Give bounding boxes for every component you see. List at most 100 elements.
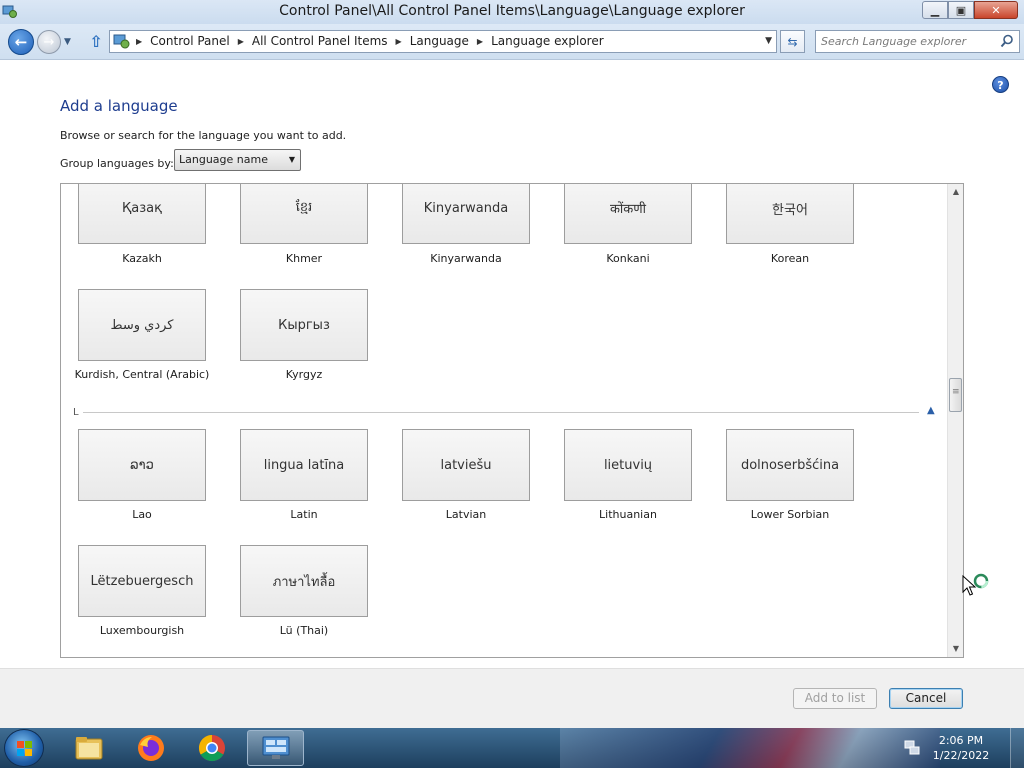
chevron-down-icon: ▼ <box>64 37 71 47</box>
language-tile-luxembourgish[interactable]: Lëtzebuergesch <box>78 545 206 617</box>
taskbar-clock[interactable]: 2:06 PM 1/22/2022 <box>930 733 992 763</box>
language-native-name: ខ្មែរ <box>295 199 313 215</box>
cancel-button[interactable]: Cancel <box>889 688 963 709</box>
taskbar: 2:06 PM 1/22/2022 <box>0 728 1024 768</box>
language-caption: Kurdish, Central (Arabic) <box>74 368 210 381</box>
refresh-icon: ⇆ <box>787 34 798 49</box>
language-native-name: ภาษาไทลื้อ <box>272 574 336 590</box>
language-native-name: ລາວ <box>130 457 154 473</box>
group-by-select[interactable]: Language name ▼ <box>174 149 301 171</box>
group-by-value: Language name <box>179 153 268 166</box>
language-native-name: lietuvių <box>603 457 653 473</box>
taskbar-firefox[interactable] <box>124 730 178 766</box>
language-caption: Kazakh <box>122 252 162 265</box>
language-tile-lower-sorbian[interactable]: dolnoserbšćina <box>726 429 854 501</box>
language-tile-kyrgyz[interactable]: Кыргыз <box>240 289 368 361</box>
language-native-name: कोंकणी <box>609 202 647 217</box>
breadcrumb-control-panel[interactable]: Control Panel <box>150 34 230 48</box>
language-caption: Khmer <box>285 252 323 265</box>
collapse-section-icon[interactable]: ▲ <box>927 405 935 416</box>
busy-cursor-icon <box>962 573 989 596</box>
control-panel-icon <box>113 34 130 49</box>
windows-logo-icon <box>17 741 32 756</box>
breadcrumb-language[interactable]: Language <box>410 34 469 48</box>
scroll-up-arrow-icon[interactable]: ▲ <box>948 184 964 200</box>
start-button[interactable] <box>4 729 44 767</box>
search-box <box>815 30 1020 53</box>
address-bar[interactable]: ▶ Control Panel ▶ All Control Panel Item… <box>109 30 777 53</box>
language-caption: Latin <box>290 508 318 521</box>
language-tile-latvian[interactable]: latviešu <box>402 429 530 501</box>
language-tile-konkani[interactable]: कोंकणी <box>564 184 692 244</box>
network-icon[interactable] <box>904 740 920 756</box>
minimize-button[interactable]: ▁ <box>922 1 948 19</box>
show-desktop-button[interactable] <box>1010 728 1024 768</box>
language-tile-kazakh[interactable]: Қазақ <box>78 184 206 244</box>
back-button[interactable]: ← <box>8 29 34 55</box>
scroll-down-arrow-icon[interactable]: ▼ <box>948 641 964 657</box>
language-native-name: latviešu <box>440 457 492 473</box>
dialog-footer: Add to list Cancel <box>0 668 1024 728</box>
system-tray: 2:06 PM 1/22/2022 <box>904 728 1024 768</box>
breadcrumb-language-explorer[interactable]: Language explorer <box>491 34 604 48</box>
add-to-list-button[interactable]: Add to list <box>793 688 877 709</box>
address-history-dropdown-icon[interactable]: ▼ <box>765 36 772 46</box>
firefox-icon <box>138 735 164 761</box>
page-title: Add a language <box>60 97 178 115</box>
navigation-bar: ← → ▼ ⇧ ▶ Control Panel ▶ All Control Pa… <box>0 24 1024 60</box>
window-title: Control Panel\All Control Panel Items\La… <box>279 3 745 19</box>
help-icon[interactable]: ? <box>992 76 1009 93</box>
up-button[interactable]: ⇧ <box>87 33 105 51</box>
taskbar-control-panel[interactable] <box>247 730 304 766</box>
folder-icon <box>75 737 103 760</box>
language-tile-lithuanian[interactable]: lietuvių <box>564 429 692 501</box>
breadcrumb-separator-icon[interactable]: ▶ <box>396 37 402 46</box>
scrollbar-thumb[interactable] <box>949 378 962 412</box>
chevron-down-icon: ▼ <box>288 155 295 164</box>
language-tile-latin[interactable]: lingua latīna <box>240 429 368 501</box>
language-tile-korean[interactable]: 한국어 <box>726 184 854 244</box>
breadcrumb: ▶ Control Panel ▶ All Control Panel Item… <box>136 34 604 48</box>
language-native-name: dolnoserbšćina <box>740 457 840 473</box>
taskbar-chrome[interactable] <box>185 730 239 766</box>
arrow-right-icon: → <box>43 34 55 50</box>
vertical-scrollbar[interactable]: ▲ ▼ <box>947 184 963 657</box>
language-tile-khmer[interactable]: ខ្មែរ <box>240 184 368 244</box>
language-caption: Luxembourgish <box>99 624 185 637</box>
language-native-name: lingua latīna <box>263 457 345 473</box>
section-divider <box>83 412 919 413</box>
language-tile-lu-thai[interactable]: ภาษาไทลื้อ <box>240 545 368 617</box>
language-caption: Lithuanian <box>599 508 657 521</box>
language-tile-kurdish-central[interactable]: كردي وسط <box>78 289 206 361</box>
breadcrumb-separator-icon[interactable]: ▶ <box>238 37 244 46</box>
forward-button[interactable]: → <box>37 30 61 54</box>
language-caption: Lower Sorbian <box>750 508 830 521</box>
language-caption: Lü (Thai) <box>279 624 329 637</box>
arrow-up-icon: ⇧ <box>89 32 103 51</box>
language-native-name: Lëtzebuergesch <box>90 573 194 589</box>
title-bar: Control Panel\All Control Panel Items\La… <box>0 0 1024 24</box>
search-icon[interactable] <box>1000 34 1014 48</box>
search-input[interactable] <box>821 32 1001 51</box>
maximize-button[interactable]: ▣ <box>948 1 974 19</box>
language-caption: Kinyarwanda <box>430 252 502 265</box>
clock-time: 2:06 PM <box>938 734 984 747</box>
language-native-name: Kinyarwanda <box>423 200 509 216</box>
refresh-button[interactable]: ⇆ <box>780 30 805 53</box>
close-button[interactable]: ✕ <box>974 1 1018 19</box>
breadcrumb-all-items[interactable]: All Control Panel Items <box>252 34 388 48</box>
language-caption: Korean <box>770 252 810 265</box>
arrow-left-icon: ← <box>14 33 28 51</box>
breadcrumb-separator-icon[interactable]: ▶ <box>136 37 142 46</box>
language-tile-kinyarwanda[interactable]: Kinyarwanda <box>402 184 530 244</box>
recent-pages-button[interactable]: ▼ <box>64 37 71 47</box>
group-by-label: Group languages by: <box>60 157 174 170</box>
language-native-name: Қазақ <box>122 200 162 216</box>
language-list: Қазақ Kazakh ខ្មែរ Khmer Kinyarwanda Kin… <box>60 183 964 658</box>
language-caption: Lao <box>132 508 152 521</box>
taskbar-explorer[interactable] <box>63 730 117 766</box>
language-caption: Kyrgyz <box>285 368 323 381</box>
breadcrumb-separator-icon[interactable]: ▶ <box>477 37 483 46</box>
language-tile-lao[interactable]: ລາວ <box>78 429 206 501</box>
language-native-name: Кыргыз <box>278 317 330 333</box>
